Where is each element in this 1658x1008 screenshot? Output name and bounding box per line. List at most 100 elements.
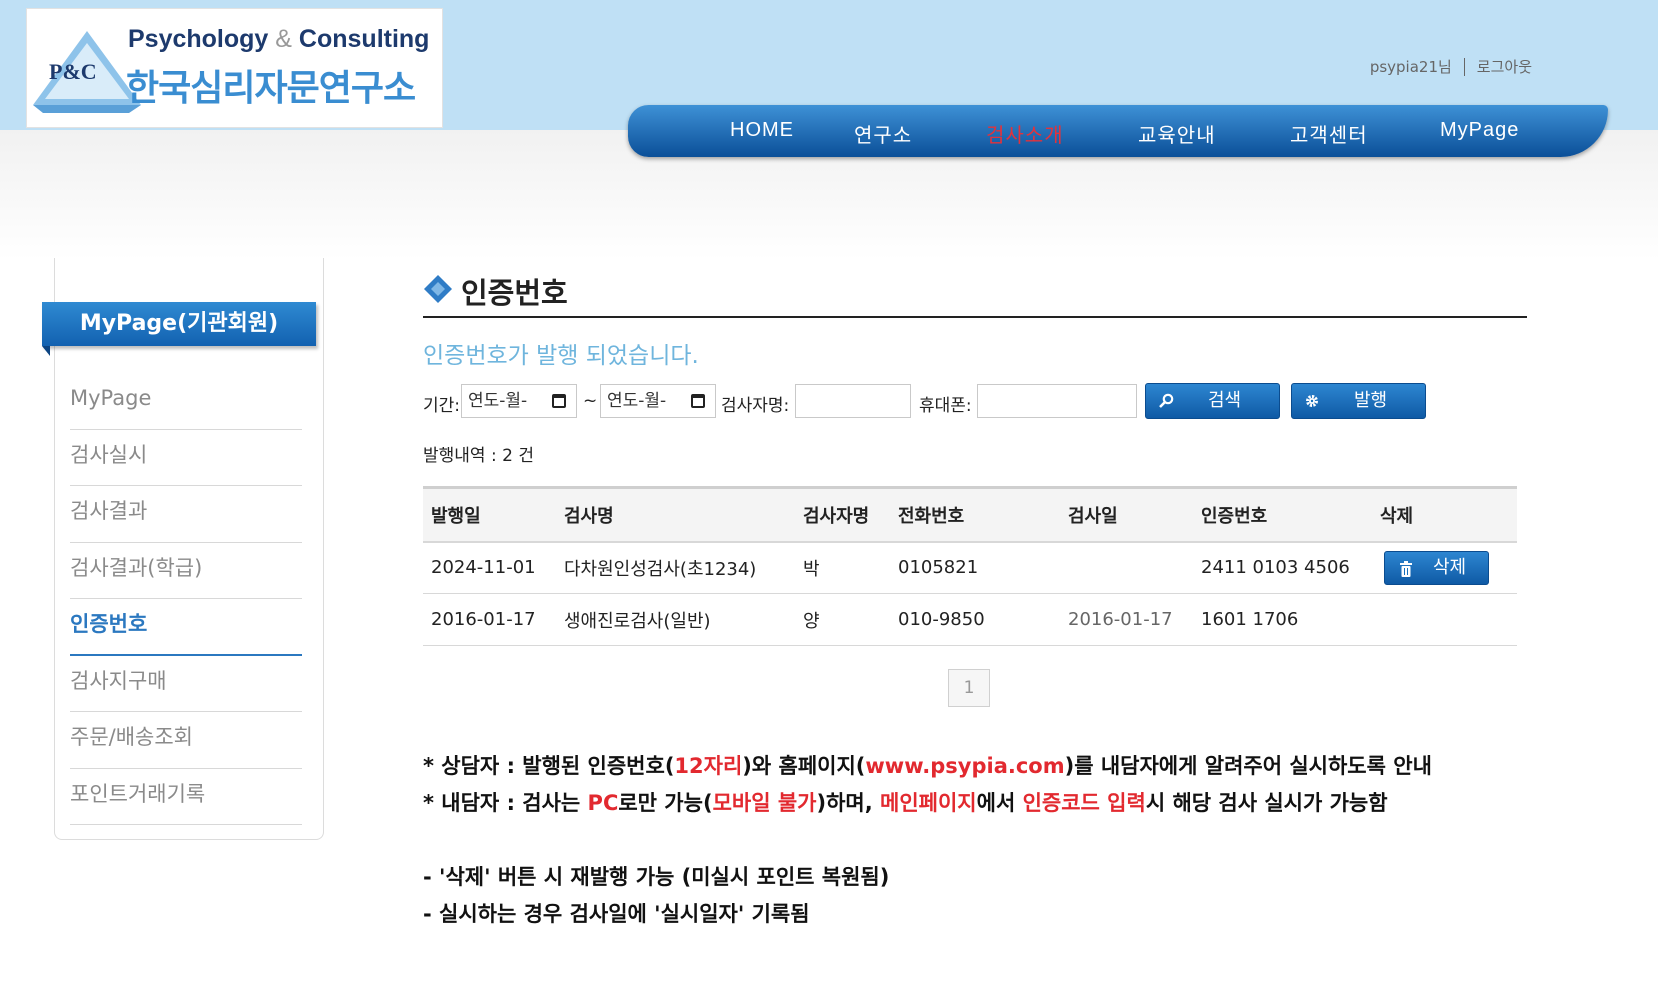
logo-sub-left: Psychology	[128, 25, 269, 53]
logo-sub-right: Consulting	[298, 25, 430, 53]
sidebar-item-auth-code[interactable]: 인증번호	[70, 599, 302, 656]
user-area: psypia21님 로그아웃	[1370, 56, 1532, 77]
note-text: * 내담자 : 검사는	[423, 791, 588, 815]
note-text: )하며,	[816, 791, 881, 815]
nav-item-home[interactable]: HOME	[730, 119, 794, 142]
logo-sub-amp: &	[275, 25, 292, 53]
note-highlight: PC	[587, 791, 619, 815]
user-name: psypia21님	[1369, 58, 1452, 76]
column-header: 인증번호	[1201, 505, 1268, 527]
calendar-icon[interactable]	[691, 394, 705, 408]
note-test-date: - 실시하는 경우 검사일에 '실시일자' 기록됨	[423, 902, 810, 926]
note-highlight: 12자리	[674, 754, 743, 778]
sidebar-title-fold	[42, 346, 50, 356]
note-highlight: www.psypia.com	[865, 754, 1065, 778]
phone-label: 휴대폰:	[919, 396, 972, 416]
start-date-input[interactable]: 연도-월-	[461, 384, 577, 418]
note-client: * 내담자 : 검사는 PC로만 가능(모바일 불가)하며, 메인페이지에서 인…	[423, 787, 1432, 824]
examinee-name-cell: 박	[803, 558, 820, 580]
calendar-icon[interactable]	[552, 394, 566, 408]
start-date-placeholder: 연도-월-	[468, 391, 528, 411]
issue-notice: 인증번호가 발행 되었습니다.	[423, 343, 699, 369]
auth-code-cell: 2411 0103 4506	[1201, 557, 1350, 579]
filter-row: 기간: 연도-월- ~ 연도-월- 검사자명: 휴대폰: 검색 발행	[423, 383, 1543, 419]
note-spacer	[423, 824, 1432, 861]
column-header: 전화번호	[898, 505, 965, 527]
phone-input[interactable]	[977, 384, 1137, 418]
sidebar-item-order-tracking[interactable]: 주문/배송조회	[70, 712, 302, 769]
sidebar-item-class-results[interactable]: 검사결과(학급)	[70, 543, 302, 599]
column-header: 검사일	[1068, 505, 1118, 527]
column-header: 검사자명	[803, 505, 870, 527]
trash-icon	[1400, 560, 1412, 577]
delete-cell	[1372, 594, 1517, 646]
examinee-name-label: 검사자명:	[721, 396, 790, 416]
auth-code-cell: 1601 1706	[1201, 609, 1299, 630]
nav-item-customer-center[interactable]: 고객센터	[1290, 119, 1368, 148]
date-range-separator: ~	[583, 391, 598, 411]
issue-button[interactable]: 발행	[1291, 383, 1426, 419]
nav-item-tests[interactable]: 검사소개	[986, 119, 1064, 148]
nav-item-institute[interactable]: 연구소	[854, 119, 912, 148]
issue-count: 발행내역 : 2 건	[423, 446, 534, 466]
delete-button[interactable]: 삭제	[1384, 550, 1489, 585]
period-label: 기간:	[423, 396, 461, 416]
examinee-name-input[interactable]	[795, 384, 911, 418]
logo-mark-text: P&C	[49, 59, 97, 84]
test-name-cell: 다차원인성검사(초1234)	[564, 558, 757, 580]
test-date-cell: 2016-01-17	[1068, 609, 1173, 630]
gear-icon	[1306, 395, 1318, 407]
main-nav: HOME 연구소 검사소개 교육안내 고객센터 MyPage	[628, 105, 1608, 157]
page-title-bar: 인증번호	[423, 268, 1527, 318]
end-date-input[interactable]: 연도-월-	[600, 384, 716, 418]
page-title: 인증번호	[461, 276, 568, 310]
test-name-cell: 생애진로검사(일반)	[564, 610, 711, 632]
diamond-bullet-icon	[424, 275, 452, 303]
column-header: 삭제	[1380, 505, 1414, 527]
pagination-page[interactable]: 1	[948, 669, 990, 707]
nav-item-mypage[interactable]: MyPage	[1440, 119, 1519, 142]
logo-subtitle: Psychology & Consulting	[128, 25, 429, 54]
column-header: 발행일	[431, 505, 481, 527]
examinee-name-cell: 양	[803, 610, 820, 632]
issue-date-cell: 2024-11-01	[431, 557, 536, 579]
table-row: 2016-01-17 생애진로검사(일반) 양 010-9850 2016-01…	[423, 594, 1517, 646]
sidebar-item-buy-tests[interactable]: 검사지구매	[70, 656, 302, 712]
column-header: 검사명	[564, 505, 614, 527]
issue-button-label: 발행	[1354, 390, 1388, 411]
search-button[interactable]: 검색	[1145, 383, 1280, 419]
note-text: )를 내담자에게 알려주어 실시하도록 안내	[1064, 754, 1432, 778]
sidebar-menu: MyPage 검사실시 검사결과 검사결과(학급) 인증번호 검사지구매 주문/…	[70, 373, 302, 825]
auth-code-table: 발행일 검사명 검사자명 전화번호 검사일 인증번호 삭제 2024-11-01…	[423, 486, 1517, 646]
nav-item-education[interactable]: 교육안내	[1138, 119, 1216, 148]
sidebar-title: MyPage(기관회원)	[42, 302, 316, 346]
site-logo[interactable]: P&C Psychology & Consulting 한국심리자문연구소	[26, 8, 443, 128]
delete-cell: 삭제	[1372, 542, 1517, 594]
note-text: 로만 가능(	[618, 791, 713, 815]
note-text: )와 홈페이지(	[742, 754, 866, 778]
logo-title: 한국심리자문연구소	[126, 68, 416, 109]
note-highlight: 모바일 불가	[712, 791, 817, 815]
delete-button-label: 삭제	[1433, 556, 1467, 578]
table-row: 2024-11-01 다차원인성검사(초1234) 박 0105821 2411…	[423, 542, 1517, 594]
phone-cell: 0105821	[898, 557, 979, 579]
sidebar-item-test-results[interactable]: 검사결과	[70, 486, 302, 543]
note-text: 시 해당 검사 실시가 가능함	[1145, 791, 1388, 815]
issue-date-cell: 2016-01-17	[431, 609, 536, 630]
note-text: 에서	[976, 791, 1023, 815]
sidebar-item-mypage[interactable]: MyPage	[70, 373, 302, 430]
usage-notes: * 상담자 : 발행된 인증번호(12자리)와 홈페이지(www.psypia.…	[423, 750, 1432, 935]
logout-link[interactable]: 로그아웃	[1477, 56, 1532, 77]
sidebar-item-take-test[interactable]: 검사실시	[70, 430, 302, 486]
phone-cell: 010-9850	[898, 609, 985, 630]
note-counselor: * 상담자 : 발행된 인증번호(12자리)와 홈페이지(www.psypia.…	[423, 750, 1432, 787]
sidebar-item-point-history[interactable]: 포인트거래기록	[70, 769, 302, 825]
test-date-cell	[1060, 542, 1193, 594]
user-area-divider	[1463, 57, 1465, 76]
note-highlight: 인증코드 입력	[1022, 791, 1146, 815]
note-highlight: 메인페이지	[880, 791, 977, 815]
end-date-placeholder: 연도-월-	[607, 391, 667, 411]
note-delete: - '삭제' 버튼 시 재발행 가능 (미실시 포인트 복원됨)	[423, 865, 890, 889]
note-text: * 상담자 : 발행된 인증번호(	[423, 754, 675, 778]
table-header-row: 발행일 검사명 검사자명 전화번호 검사일 인증번호 삭제	[423, 487, 1517, 542]
